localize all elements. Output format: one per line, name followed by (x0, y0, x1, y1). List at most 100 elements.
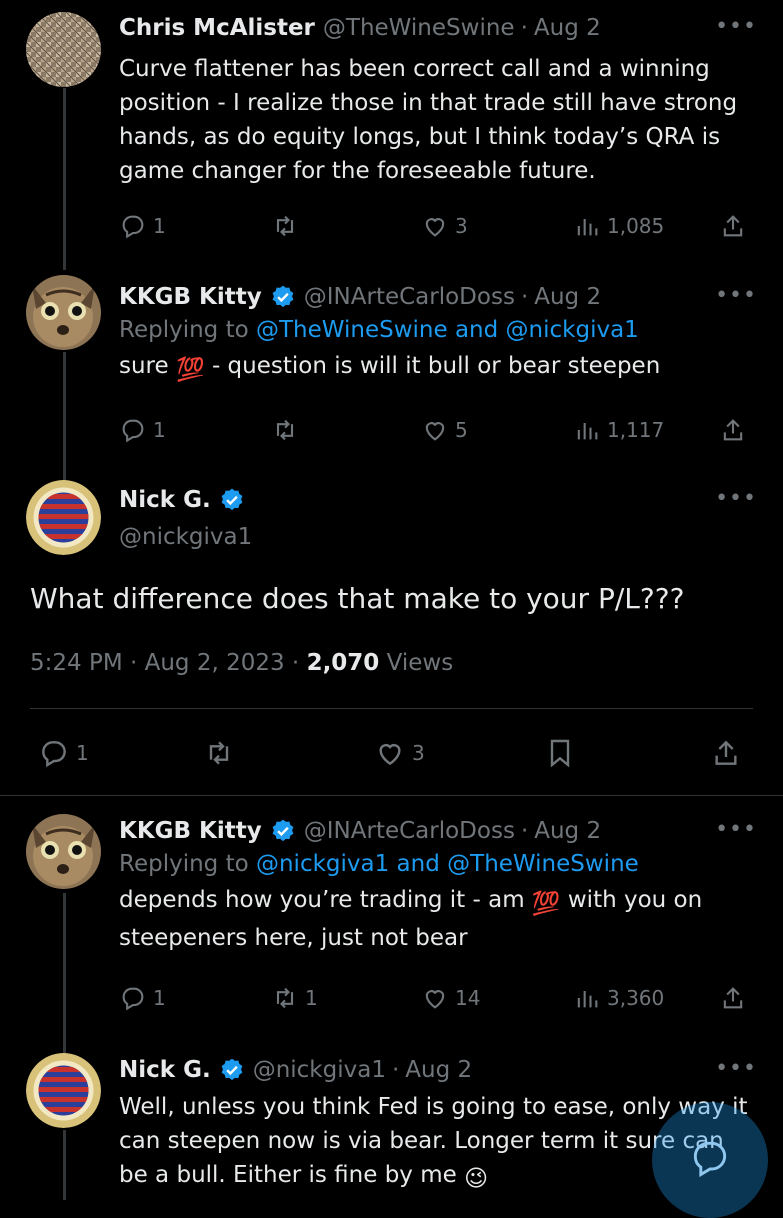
author-handle[interactable]: @INArteCarloDoss (304, 817, 515, 845)
views-button[interactable]: 3,360 (573, 984, 664, 1012)
share-icon (723, 419, 743, 441)
more-options-icon[interactable]: ••• (715, 486, 757, 511)
retweet-icon (276, 215, 294, 237)
divider (30, 708, 753, 709)
share-button[interactable] (710, 737, 748, 769)
reply-button[interactable]: 1 (38, 737, 89, 769)
like-count: 5 (455, 418, 468, 442)
avatar[interactable] (26, 275, 101, 350)
main-tweet-text: What difference does that make to your P… (30, 582, 685, 615)
thread-line (63, 88, 66, 270)
views-button[interactable]: 1,117 (573, 416, 664, 444)
reply-button[interactable]: 1 (119, 212, 166, 240)
tweet-date[interactable]: Aug 2 (534, 14, 601, 42)
like-count: 3 (412, 741, 425, 765)
author-name[interactable]: Nick G. (119, 1056, 211, 1084)
reply-button[interactable]: 1 (119, 416, 166, 444)
analytics-icon (577, 219, 598, 236)
share-button[interactable] (719, 416, 753, 444)
tweet-text: sure 💯 - question is will it bull or bea… (119, 349, 757, 387)
like-button[interactable]: 14 (421, 984, 480, 1012)
avatar[interactable] (26, 480, 101, 555)
heart-icon (379, 744, 401, 766)
reply-icon (42, 741, 66, 768)
view-count: 1,117 (607, 418, 665, 442)
tweet-date[interactable]: Aug 2 (534, 817, 601, 845)
timestamp[interactable]: 5:24 PM · Aug 2, 2023 · (30, 650, 307, 676)
retweet-button[interactable] (271, 212, 305, 240)
replying-to-link[interactable]: @TheWineSwine and @nickgiva1 (256, 317, 639, 343)
author-handle[interactable]: @TheWineSwine (323, 14, 515, 42)
share-icon (723, 987, 743, 1009)
share-button[interactable] (719, 984, 753, 1012)
retweet-icon (276, 987, 294, 1009)
bookmark-icon (550, 739, 570, 768)
analytics-icon (577, 991, 598, 1008)
tweet-text: Curve flattener has been correct call an… (119, 56, 738, 184)
author-handle[interactable]: @nickgiva1 (253, 1056, 386, 1084)
like-button[interactable]: 3 (421, 212, 468, 240)
heart-icon (425, 218, 445, 237)
tweet-text-part: sure (119, 353, 169, 379)
action-bar: 1 1 14 3,360 (119, 983, 757, 1013)
tweet-date[interactable]: Aug 2 (405, 1056, 472, 1084)
reply-icon (122, 419, 144, 443)
more-options-icon[interactable]: ••• (715, 817, 757, 842)
hundred-points-icon: 💯 (531, 891, 561, 917)
author-name[interactable]: KKGB Kitty (119, 283, 262, 311)
views-button[interactable]: 1,085 (573, 212, 664, 240)
author-handle[interactable]: @nickgiva1 (119, 522, 757, 552)
verified-badge-icon (221, 1058, 243, 1081)
retweet-count: 1 (305, 986, 318, 1010)
tweet-text: depends how you’re trading it - am 💯 wit… (119, 883, 757, 955)
more-options-icon[interactable]: ••• (715, 14, 757, 39)
retweet-button[interactable] (203, 737, 241, 769)
tweet[interactable]: Chris McAlister @TheWineSwine · Aug 2 ••… (119, 14, 757, 188)
thread-line (63, 352, 66, 482)
more-options-icon[interactable]: ••• (715, 1056, 757, 1081)
compose-reply-button[interactable] (652, 1102, 768, 1218)
author-handle[interactable]: @INArteCarloDoss (304, 283, 515, 311)
analytics-icon (577, 423, 598, 440)
like-count: 3 (455, 214, 468, 238)
compose-reply-icon (693, 1141, 727, 1178)
reply-count: 1 (153, 986, 166, 1010)
author-name[interactable]: Nick G. (119, 486, 211, 514)
action-bar: 1 3 1,085 (119, 211, 757, 241)
action-bar: 1 5 1,117 (119, 415, 757, 445)
like-button[interactable]: 3 (374, 737, 425, 769)
thread-line (63, 1130, 66, 1200)
author-name[interactable]: Chris McAlister (119, 14, 315, 42)
reply-button[interactable]: 1 (119, 984, 166, 1012)
separator: · (391, 1057, 400, 1083)
replying-to: Replying to @nickgiva1 and @TheWineSwine (119, 845, 757, 883)
avatar[interactable] (26, 1053, 101, 1128)
views-label: Views (379, 650, 454, 676)
replying-to: Replying to @TheWineSwine and @nickgiva1 (119, 311, 757, 349)
share-icon (723, 215, 743, 237)
tweet-text-part: - question is will it bull or bear steep… (211, 353, 661, 379)
verified-badge-icon (221, 488, 243, 511)
tweet-header: Nick G. @nickgiva1 · Aug 2 (119, 1056, 757, 1084)
tweet[interactable]: KKGB Kitty @INArteCarloDoss · Aug 2 ••• … (119, 817, 757, 955)
tweet[interactable]: KKGB Kitty @INArteCarloDoss · Aug 2 ••• … (119, 283, 757, 387)
retweet-button[interactable] (271, 416, 305, 444)
more-options-icon[interactable]: ••• (715, 283, 757, 308)
replying-to-label: Replying to (119, 851, 249, 877)
author-name[interactable]: KKGB Kitty (119, 817, 262, 845)
main-tweet-header[interactable]: Nick G. @nickgiva1 ••• (119, 486, 757, 552)
retweet-button[interactable]: 1 (271, 984, 318, 1012)
avatar[interactable] (26, 814, 101, 889)
share-icon (715, 740, 737, 765)
tweet-header: KKGB Kitty @INArteCarloDoss · Aug 2 (119, 283, 757, 311)
avatar[interactable] (26, 12, 101, 87)
main-action-bar: 1 3 (38, 735, 753, 771)
share-button[interactable] (719, 212, 753, 240)
main-tweet-meta: 5:24 PM · Aug 2, 2023 · 2,070 Views (30, 648, 453, 678)
bookmark-button[interactable] (544, 737, 582, 769)
retweet-icon (209, 741, 229, 765)
tweet-date[interactable]: Aug 2 (534, 283, 601, 311)
replying-to-link[interactable]: @nickgiva1 and @TheWineSwine (256, 851, 639, 877)
like-button[interactable]: 5 (421, 416, 468, 444)
like-count: 14 (455, 986, 481, 1010)
